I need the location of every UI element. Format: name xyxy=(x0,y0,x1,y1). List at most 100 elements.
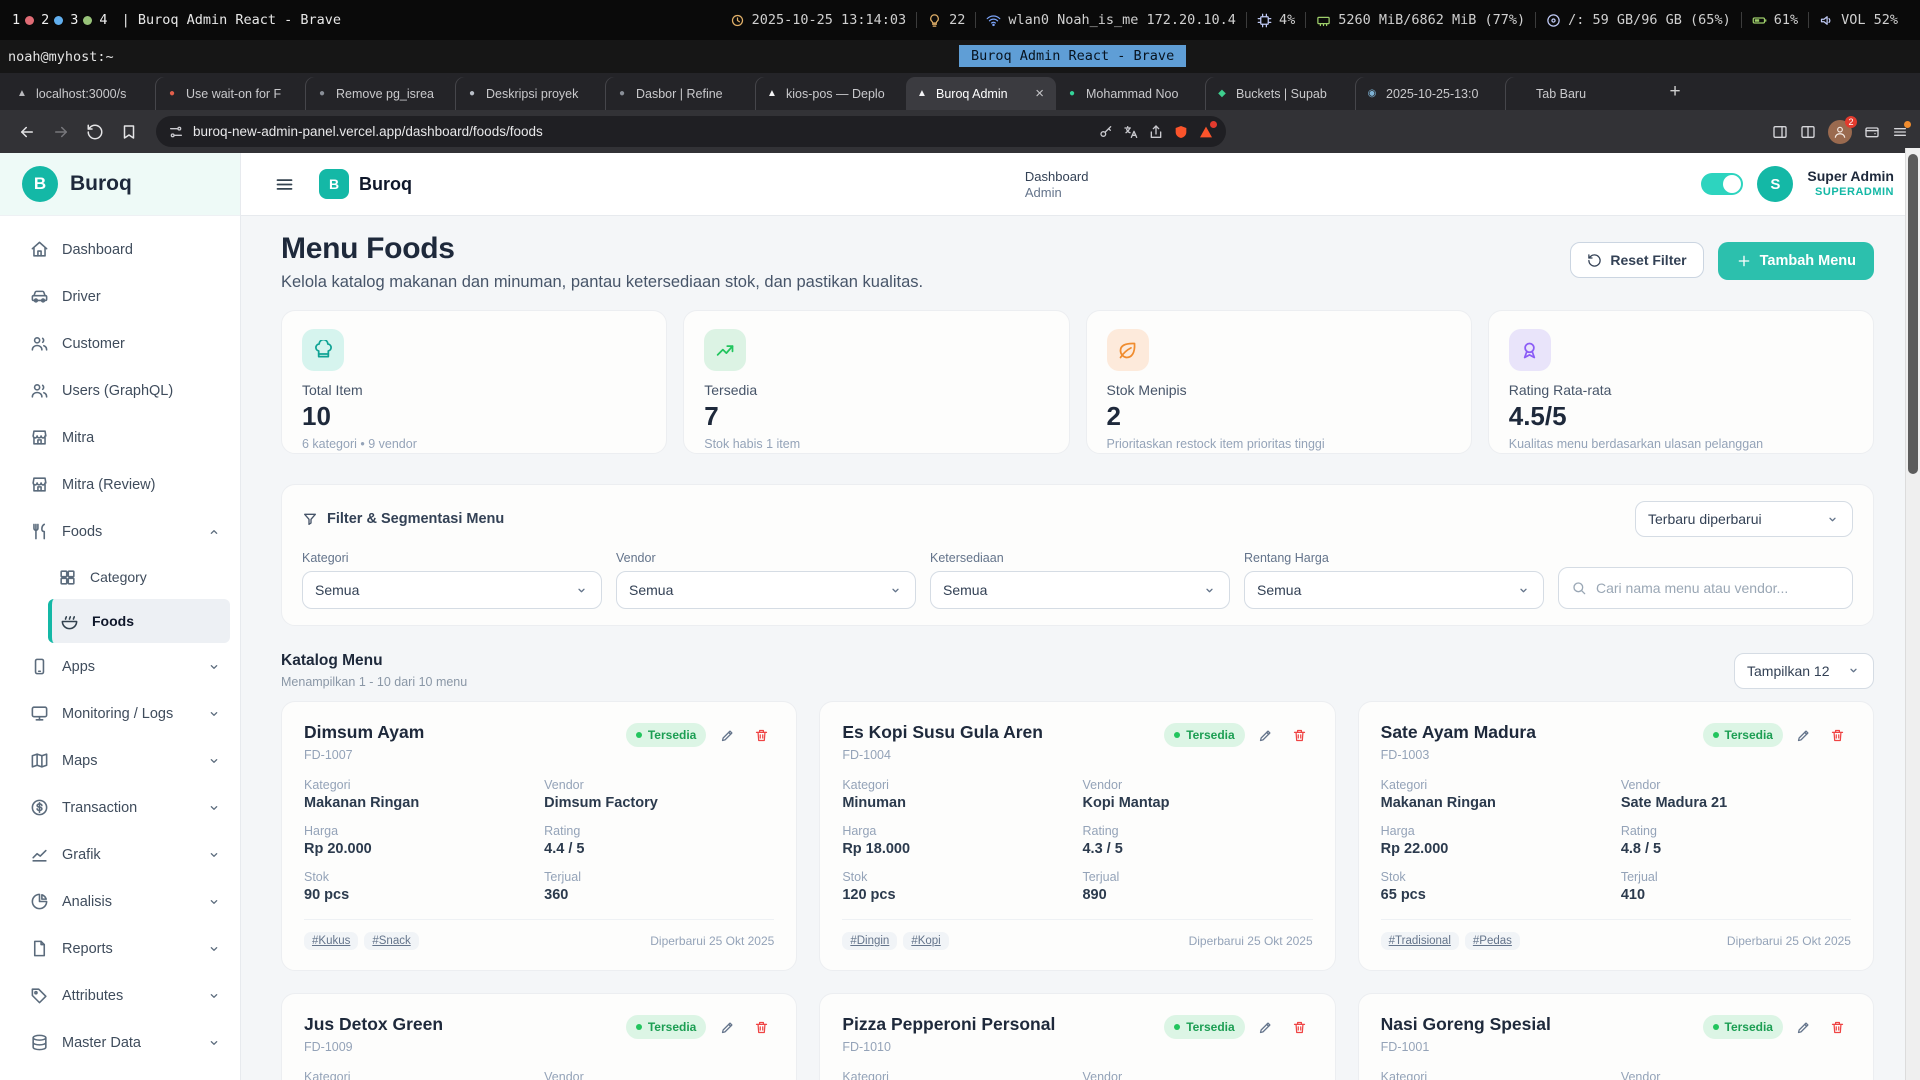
browser-tab[interactable]: ◆ Buckets | Supab × xyxy=(1206,77,1356,110)
filter-select[interactable]: Semua xyxy=(930,571,1230,609)
sidebar-item[interactable]: Driver xyxy=(0,273,240,320)
menu-code: FD-1003 xyxy=(1381,748,1536,762)
sidebar-item[interactable]: Dashboard xyxy=(0,226,240,273)
tag-pill[interactable]: #Pedas xyxy=(1465,932,1520,950)
status-badge: Tersedia xyxy=(1164,723,1244,747)
delete-button[interactable] xyxy=(1825,1014,1851,1040)
sidebar-item[interactable]: Maps xyxy=(0,737,240,784)
wallet-icon[interactable] xyxy=(1864,124,1880,140)
translate-icon[interactable] xyxy=(1123,124,1139,140)
filter-select[interactable]: Semua xyxy=(616,571,916,609)
sidebar-item[interactable]: Reports xyxy=(0,925,240,972)
url-bar[interactable]: buroq-new-admin-panel.vercel.app/dashboa… xyxy=(156,116,1226,147)
reset-filter-button[interactable]: Reset Filter xyxy=(1570,242,1703,278)
sidebar-panel-icon[interactable] xyxy=(1772,124,1788,140)
brave-shield-icon[interactable] xyxy=(1173,124,1189,140)
edit-button[interactable] xyxy=(1253,722,1279,748)
add-menu-button[interactable]: Tambah Menu xyxy=(1718,242,1874,280)
workspace[interactable]: 3 xyxy=(70,12,92,28)
terminal-prompt: noah@myhost:~ xyxy=(0,49,114,65)
sidebar-item[interactable]: Mitra (Review) xyxy=(0,461,240,508)
edit-button[interactable] xyxy=(714,1014,740,1040)
sidebar-item[interactable]: Master Data xyxy=(0,1019,240,1066)
sidebar-item[interactable]: Transaction xyxy=(0,784,240,831)
browser-tab[interactable]: ▲ kios-pos — Deplo × xyxy=(756,77,906,110)
page-size-select[interactable]: Tampilkan 12 xyxy=(1734,653,1874,689)
sidebar-item[interactable]: Customer xyxy=(0,320,240,367)
browser-tab[interactable]: ● Use wait-on for F × xyxy=(156,77,306,110)
sidebar-item[interactable]: Category xyxy=(0,555,240,599)
chevron-down-icon xyxy=(1516,583,1531,598)
url-text[interactable]: buroq-new-admin-panel.vercel.app/dashboa… xyxy=(193,124,1089,139)
new-tab-button[interactable]: + xyxy=(1660,77,1690,107)
browser-tab[interactable]: ● Dasbor | Refine × xyxy=(606,77,756,110)
edit-button[interactable] xyxy=(1253,1014,1279,1040)
sidebar-item[interactable]: Attributes xyxy=(0,972,240,1019)
scrollbar-thumb[interactable] xyxy=(1908,154,1918,474)
sidebar-item[interactable]: Users (GraphQL) xyxy=(0,367,240,414)
header-brand[interactable]: B Buroq xyxy=(319,169,412,199)
split-view-icon[interactable] xyxy=(1800,124,1816,140)
delete-button[interactable] xyxy=(1825,722,1851,748)
sidebar-item[interactable]: Mitra xyxy=(0,414,240,461)
stat-icon xyxy=(1117,340,1138,361)
tab-close-icon[interactable]: × xyxy=(1033,85,1046,102)
browser-tab[interactable]: ● Remove pg_isrea × xyxy=(306,77,456,110)
site-settings-icon[interactable] xyxy=(168,124,184,140)
search-input[interactable] xyxy=(1596,580,1840,596)
edit-button[interactable] xyxy=(714,722,740,748)
menu-card: Nasi Goreng Spesial FD-1001 Tersedia Kat… xyxy=(1358,993,1874,1080)
tag-pill[interactable]: #Kukus xyxy=(304,932,358,950)
delete-button[interactable] xyxy=(1287,722,1313,748)
workspace[interactable]: 4 xyxy=(99,12,107,28)
sidebar-item[interactable]: Analisis xyxy=(0,878,240,925)
browser-tab[interactable]: Tab Baru × xyxy=(1506,77,1656,110)
page-scrollbar[interactable] xyxy=(1905,148,1920,1080)
share-icon[interactable] xyxy=(1148,124,1164,140)
filter-select[interactable]: Semua xyxy=(1244,571,1544,609)
sidebar-item[interactable]: Foods xyxy=(0,508,240,555)
sidebar-item[interactable]: Apps xyxy=(0,643,240,690)
browser-tab[interactable]: ● Mohammad Noo × xyxy=(1056,77,1206,110)
chevron-icon xyxy=(206,988,222,1004)
tab-favicon: ◉ xyxy=(1366,88,1378,99)
edit-button[interactable] xyxy=(1791,1014,1817,1040)
tag-list: #Kukus #Snack xyxy=(304,932,419,950)
tag-pill[interactable]: #Dingin xyxy=(842,932,897,950)
workspace[interactable]: 1 xyxy=(12,12,34,28)
theme-toggle[interactable] xyxy=(1701,173,1743,195)
back-button[interactable] xyxy=(12,117,42,147)
browser-menu-icon[interactable] xyxy=(1892,124,1908,140)
tag-pill[interactable]: #Tradisional xyxy=(1381,932,1459,950)
delete-button[interactable] xyxy=(748,722,774,748)
bookmark-icon[interactable] xyxy=(114,117,144,147)
menu-card: Sate Ayam Madura FD-1003 Tersedia Katego… xyxy=(1358,701,1874,971)
sidebar-item-icon xyxy=(30,240,49,259)
tag-pill[interactable]: #Snack xyxy=(364,932,418,950)
menu-code: FD-1004 xyxy=(842,748,1043,762)
sort-select[interactable]: Terbaru diperbarui xyxy=(1635,501,1853,537)
sidebar-item[interactable]: Foods xyxy=(48,599,230,643)
brave-rewards-icon[interactable] xyxy=(1198,124,1214,140)
delete-button[interactable] xyxy=(748,1014,774,1040)
tag-pill[interactable]: #Kopi xyxy=(903,932,948,950)
filter-select[interactable]: Semua xyxy=(302,571,602,609)
tab-favicon: ▲ xyxy=(16,88,28,99)
browser-tab[interactable]: ◉ 2025-10-25-13:0 × xyxy=(1356,77,1506,110)
browser-profile-avatar[interactable]: 2 xyxy=(1828,120,1852,144)
browser-tab[interactable]: ▲ Buroq Admin × xyxy=(906,77,1056,110)
sidebar-item[interactable]: Monitoring / Logs xyxy=(0,690,240,737)
tab-favicon: ▲ xyxy=(916,88,928,99)
sidebar-item[interactable]: Grafik xyxy=(0,831,240,878)
search-box[interactable] xyxy=(1558,567,1853,609)
workspace[interactable]: 2 xyxy=(41,12,63,28)
hamburger-menu-icon[interactable] xyxy=(267,167,301,201)
delete-button[interactable] xyxy=(1287,1014,1313,1040)
edit-button[interactable] xyxy=(1791,722,1817,748)
user-avatar[interactable]: S xyxy=(1757,166,1793,202)
password-key-icon[interactable] xyxy=(1098,124,1114,140)
forward-button[interactable] xyxy=(46,117,76,147)
browser-tab[interactable]: ● Deskripsi proyek × xyxy=(456,77,606,110)
reload-button[interactable] xyxy=(80,117,110,147)
browser-tab[interactable]: ▲ localhost:3000/s × xyxy=(6,77,156,110)
